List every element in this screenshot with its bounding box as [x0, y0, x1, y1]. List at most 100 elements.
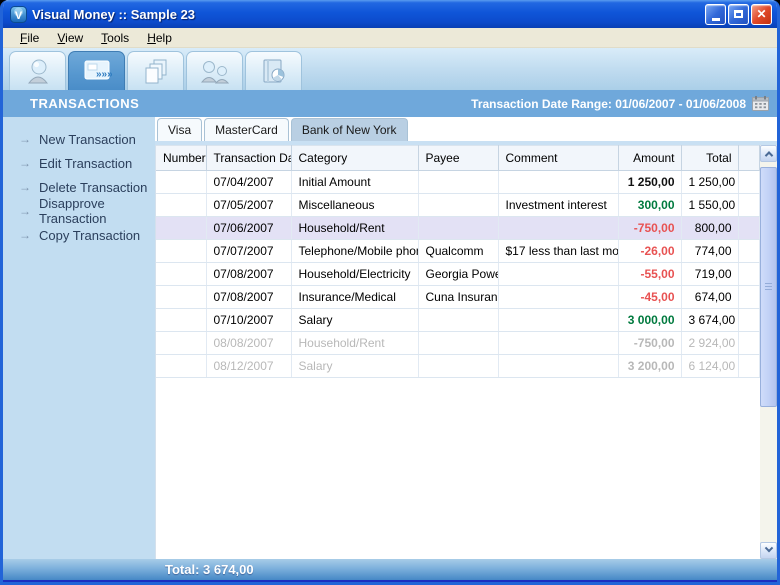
- transaction-card-icon: »»»: [82, 57, 112, 85]
- column-header-amount[interactable]: Amount: [618, 146, 681, 171]
- cell-total: 800,00: [681, 217, 738, 240]
- sidebar-item-edit-transaction[interactable]: → Edit Transaction: [3, 151, 155, 175]
- sidebar-item-disapprove-transaction[interactable]: →Disapprove Transaction: [3, 199, 155, 223]
- arrow-icon: →: [19, 228, 31, 242]
- table-row[interactable]: 07/05/2007MiscellaneousInvestment intere…: [156, 194, 760, 217]
- cell-number: [156, 309, 206, 332]
- menu-help[interactable]: Help: [138, 29, 181, 47]
- scroll-up-button[interactable]: [760, 145, 777, 162]
- cell-amount: 1 250,00: [618, 171, 681, 194]
- arrow-icon: →: [19, 204, 31, 218]
- cell-amount: -750,00: [618, 332, 681, 355]
- column-header-category[interactable]: Category: [291, 146, 418, 171]
- table-row[interactable]: 07/08/2007Insurance/MedicalCuna Insuranc…: [156, 286, 760, 309]
- section-header: TRANSACTIONS Transaction Date Range: 01/…: [3, 90, 777, 117]
- table-row[interactable]: 08/08/2007Household/Rent-750,002 924,00: [156, 332, 760, 355]
- close-button[interactable]: ✕: [751, 4, 772, 25]
- cell-filler: [738, 194, 760, 217]
- menu-tools[interactable]: Tools: [92, 29, 138, 47]
- payees-button[interactable]: [186, 51, 243, 90]
- cell-category: Household/Rent: [291, 332, 418, 355]
- calendar-icon[interactable]: [752, 96, 769, 111]
- scroll-down-button[interactable]: [760, 542, 777, 559]
- column-header-number[interactable]: Number: [156, 146, 206, 171]
- cell-payee: [418, 332, 498, 355]
- cell-number: [156, 217, 206, 240]
- cell-category: Initial Amount: [291, 171, 418, 194]
- menu-view[interactable]: View: [48, 29, 92, 47]
- cell-total: 1 250,00: [681, 171, 738, 194]
- sidebar-item-new-transaction[interactable]: → New Transaction: [3, 127, 155, 151]
- sidebar-item-label: Edit Transaction: [39, 156, 132, 171]
- table-row[interactable]: 07/04/2007Initial Amount1 250,001 250,00: [156, 171, 760, 194]
- cell-number: [156, 240, 206, 263]
- cell-date: 07/06/2007: [206, 217, 291, 240]
- cell-total: 3 674,00: [681, 309, 738, 332]
- cell-amount: 3 000,00: [618, 309, 681, 332]
- cell-comment: [498, 332, 618, 355]
- table-row[interactable]: 08/12/2007Salary3 200,006 124,00: [156, 355, 760, 378]
- cell-total: 719,00: [681, 263, 738, 286]
- table-row[interactable]: 07/06/2007Household/Rent-750,00800,00: [156, 217, 760, 240]
- payees-people-icon: [200, 57, 230, 85]
- main-panel: VisaMasterCardBank of New York NumberTra…: [155, 117, 777, 559]
- arrow-icon: →: [19, 132, 31, 146]
- status-total: Total: 3 674,00: [165, 562, 254, 577]
- cell-filler: [738, 171, 760, 194]
- cell-category: Household/Electricity: [291, 263, 418, 286]
- cell-total: 6 124,00: [681, 355, 738, 378]
- sidebar-item-copy-transaction[interactable]: →Copy Transaction: [3, 223, 155, 247]
- window-controls: ✕: [705, 4, 772, 25]
- table-header-row: NumberTransaction DateCategoryPayeeComme…: [156, 146, 760, 171]
- cell-category: Miscellaneous: [291, 194, 418, 217]
- scrollbar-grip-icon: [765, 283, 772, 291]
- tab-visa[interactable]: Visa: [157, 118, 202, 141]
- vertical-scrollbar[interactable]: [760, 145, 777, 559]
- reports-button[interactable]: [245, 51, 302, 90]
- window-title: Visual Money :: Sample 23: [32, 7, 705, 22]
- maximize-button[interactable]: [728, 4, 749, 25]
- arrow-icon: →: [19, 156, 31, 170]
- app-logo-icon: V: [10, 6, 27, 23]
- table-row[interactable]: 07/10/2007Salary3 000,003 674,00: [156, 309, 760, 332]
- transactions-button[interactable]: »»»: [68, 51, 125, 90]
- action-sidebar: →New Transaction→Edit Transaction→Delete…: [3, 117, 155, 559]
- table-row[interactable]: 07/08/2007Household/ElectricityGeorgia P…: [156, 263, 760, 286]
- menu-file[interactable]: File: [11, 29, 48, 47]
- accounts-button[interactable]: [9, 51, 66, 90]
- cell-category: Household/Rent: [291, 217, 418, 240]
- categories-button[interactable]: [127, 51, 184, 90]
- minimize-button[interactable]: [705, 4, 726, 25]
- cell-date: 08/08/2007: [206, 332, 291, 355]
- cell-date: 07/08/2007: [206, 286, 291, 309]
- cell-filler: [738, 286, 760, 309]
- cell-number: [156, 286, 206, 309]
- cell-number: [156, 194, 206, 217]
- column-header-transaction-date[interactable]: Transaction Date: [206, 146, 291, 171]
- reports-book-icon: [259, 57, 289, 85]
- cell-number: [156, 263, 206, 286]
- cell-payee: [418, 309, 498, 332]
- column-header-payee[interactable]: Payee: [418, 146, 498, 171]
- cell-filler: [738, 332, 760, 355]
- scrollbar-thumb[interactable]: [760, 167, 777, 407]
- cell-comment: [498, 286, 618, 309]
- column-header-total[interactable]: Total: [681, 146, 738, 171]
- table-row[interactable]: 07/07/2007Telephone/Mobile phoneQualcomm…: [156, 240, 760, 263]
- cell-amount: -55,00: [618, 263, 681, 286]
- cell-filler: [738, 309, 760, 332]
- account-tabs: VisaMasterCardBank of New York: [155, 117, 777, 141]
- title-bar[interactable]: V Visual Money :: Sample 23 ✕: [3, 0, 777, 28]
- chevron-up-icon: [764, 151, 772, 159]
- tab-mastercard[interactable]: MasterCard: [204, 118, 289, 141]
- cell-comment: Investment interest: [498, 194, 618, 217]
- cell-comment: [498, 263, 618, 286]
- cell-filler: [738, 240, 760, 263]
- column-header-comment[interactable]: Comment: [498, 146, 618, 171]
- menu-bar: FileViewToolsHelp: [3, 28, 777, 48]
- tab-bank-of-new-york[interactable]: Bank of New York: [291, 118, 408, 141]
- sidebar-item-label: New Transaction: [39, 132, 136, 147]
- cell-number: [156, 171, 206, 194]
- cell-payee: Cuna Insurance: [418, 286, 498, 309]
- cell-number: [156, 355, 206, 378]
